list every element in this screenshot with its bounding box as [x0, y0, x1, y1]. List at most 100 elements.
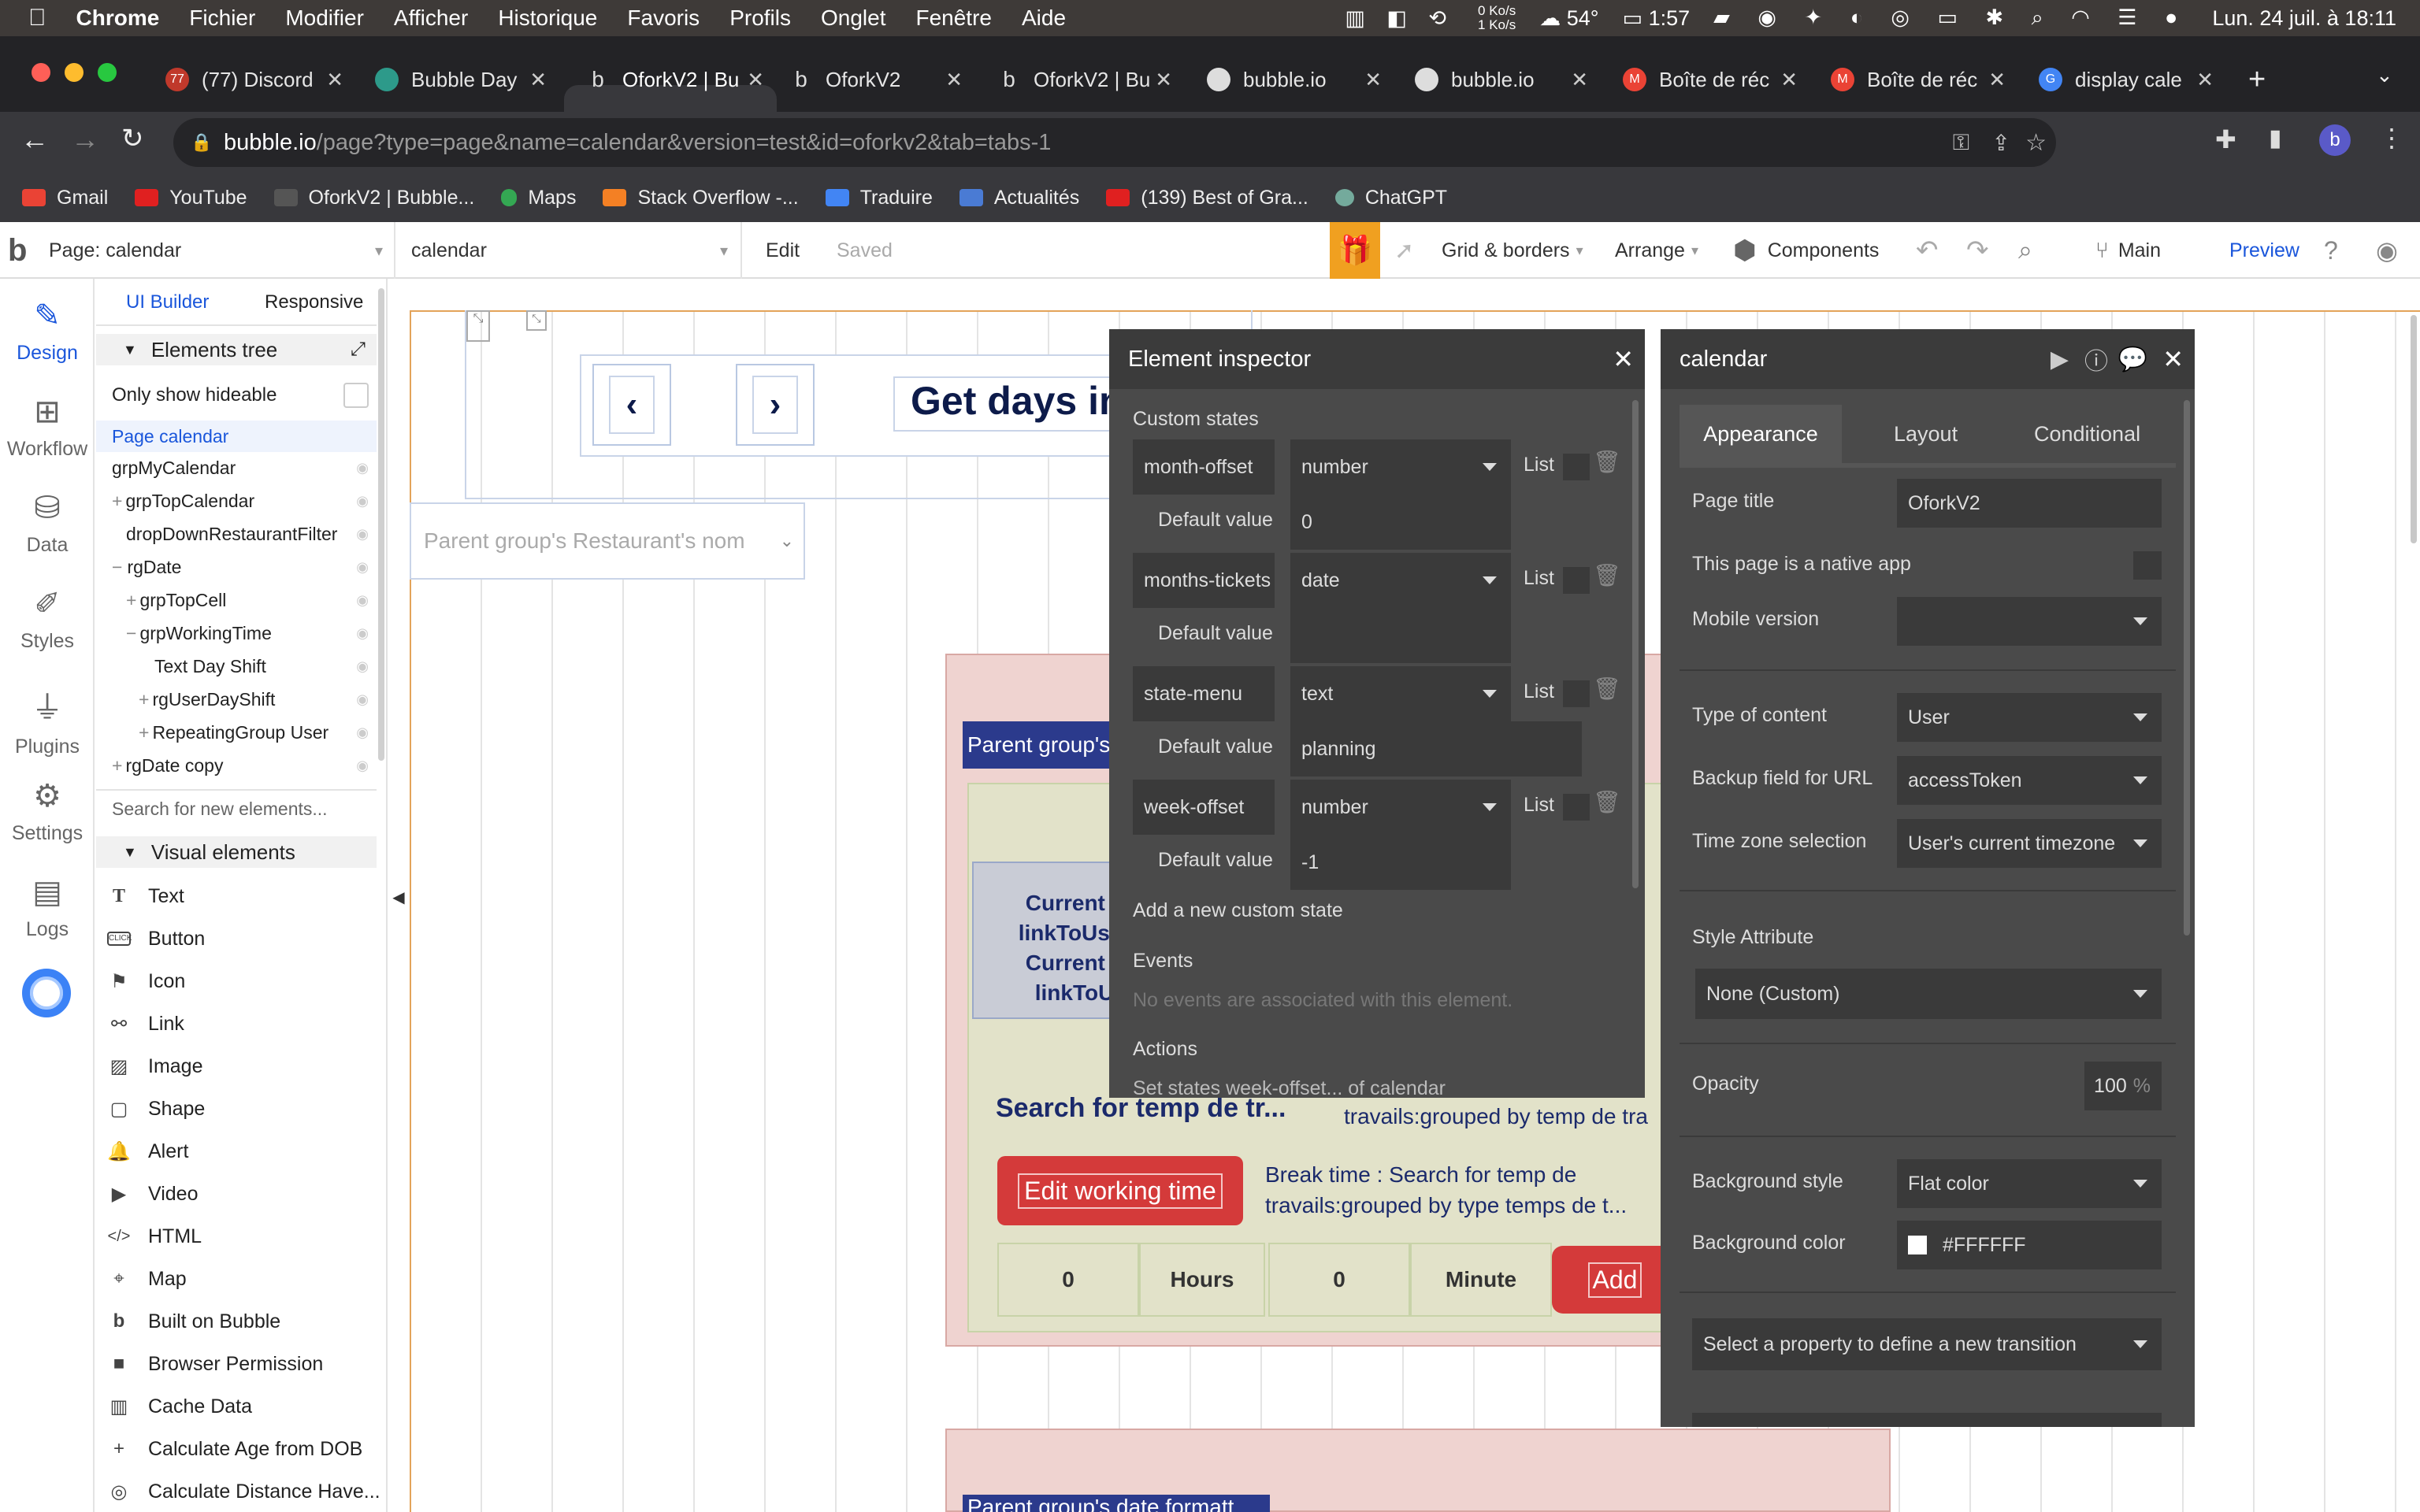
ve-video[interactable]: ▶ Video [107, 1178, 199, 1210]
tree-item[interactable]: + rgUserDayShift ◉ [96, 684, 377, 715]
ve-alert[interactable]: 🔔 Alert [107, 1136, 188, 1167]
add-custom-state-link[interactable]: Add a new custom state [1133, 899, 1343, 922]
tree-item[interactable]: + grpTopCell ◉ [96, 584, 377, 616]
status-icons[interactable]: ▥ ◧ ⟲ [1345, 6, 1454, 31]
share-icon[interactable]: ⇪ [1992, 130, 2010, 156]
tree-item[interactable]: grpMyCalendar ◉ [96, 452, 377, 484]
tree-item[interactable]: dropDownRestaurantFilter ◉ [96, 518, 377, 550]
tab-search-icon[interactable]: ⌄ [2376, 63, 2393, 87]
sidepanel-icon[interactable]: ▮ [2269, 124, 2282, 152]
prev-month-button[interactable]: ‹ [592, 364, 671, 446]
menu-historique[interactable]: Historique [498, 6, 597, 31]
tree-item[interactable]: Text Day Shift ◉ [96, 650, 377, 682]
menu-modifier[interactable]: Modifier [285, 6, 364, 31]
url-field[interactable]: 🔒 bubble.io/page?type=page&name=calendar… [173, 118, 2056, 167]
restaurant-filter-dropdown[interactable]: Parent group's Restaurant's nom ⌄ [410, 502, 805, 580]
reload-icon[interactable]: ↻ [121, 123, 144, 154]
ve-browser-permission[interactable]: ■ Browser Permission [107, 1348, 324, 1380]
tab-ui-builder[interactable]: UI Builder [126, 291, 209, 313]
forward-icon[interactable]: → [71, 123, 99, 156]
list-checkbox[interactable] [1563, 567, 1590, 594]
preview-button[interactable]: Preview [2229, 222, 2299, 279]
back-icon[interactable]: ← [20, 123, 49, 156]
page-selector[interactable]: Page: calendar ▾ [49, 222, 395, 279]
close-icon[interactable]: ✕ [1571, 68, 1588, 92]
menu-aide[interactable]: Aide [1022, 6, 1066, 31]
eye-icon[interactable]: ◉ [356, 658, 369, 675]
tab-responsive[interactable]: Responsive [265, 291, 363, 313]
cursor-icon[interactable]: ➚ [1394, 222, 1414, 279]
close-icon[interactable]: ✕ [747, 68, 764, 92]
grid-borders-menu[interactable]: Grid & borders ▾ [1442, 222, 1583, 279]
close-icon[interactable]: ✕ [945, 68, 963, 92]
expand-plus-icon[interactable]: + [112, 491, 122, 512]
tab-bubble-io[interactable]: bubble.io ✕ [1207, 60, 1382, 99]
trash-icon[interactable]: 🗑 [1593, 562, 1621, 588]
state-name-field[interactable]: month-offset [1133, 439, 1275, 495]
ve-text[interactable]: T Text [107, 880, 184, 912]
ve-image[interactable]: ▨ Image [107, 1051, 203, 1082]
tab-oforkv2[interactable]: b OforkV2 ✕ [789, 60, 963, 99]
tab-discord[interactable]: 77 (77) Discord ✕ [165, 60, 343, 99]
list-checkbox[interactable] [1563, 454, 1590, 480]
tree-scrollbar[interactable] [378, 288, 384, 761]
page-title-input[interactable]: OforkV2 [1897, 479, 2162, 528]
close-icon[interactable]: ✕ [1364, 68, 1382, 92]
eye-icon[interactable]: ◉ [356, 526, 369, 543]
ve-calculate-distance[interactable]: ◎ Calculate Distance Have... [107, 1476, 380, 1507]
chrome-menu-icon[interactable]: ⋮ [2379, 123, 2404, 153]
collapse-minus-icon[interactable]: − [126, 623, 136, 644]
default-value-input[interactable]: planning [1290, 721, 1582, 776]
nav-logs[interactable]: ▤ Logs [0, 874, 95, 941]
type-content-select[interactable]: User [1897, 693, 2162, 742]
resize-handle-icon[interactable]: ⤡ [466, 310, 490, 342]
edit-menu[interactable]: Edit [766, 222, 800, 279]
page-scrollbar[interactable] [2411, 315, 2417, 543]
property-scrollbar[interactable] [2184, 400, 2190, 936]
menu-onglet[interactable]: Onglet [821, 6, 886, 31]
tree-item[interactable]: + RepeatingGroup User ◉ [96, 717, 377, 748]
collapse-panel-handle[interactable]: ◀ [389, 882, 408, 914]
element-search-input[interactable]: Search for new elements... [112, 799, 328, 820]
window-close-dot[interactable] [32, 63, 50, 82]
tab-conditional[interactable]: Conditional [2034, 422, 2140, 447]
background-style-select[interactable]: Flat color [1897, 1159, 2162, 1208]
nav-design[interactable]: ✎ Design [0, 298, 95, 365]
close-icon[interactable]: ✕ [1988, 68, 2006, 92]
backup-field-select[interactable]: accessToken [1897, 756, 2162, 805]
bookmark-oforkv2[interactable]: OforkV2 | Bubble... [273, 187, 474, 209]
assistant-ring-icon[interactable] [22, 969, 71, 1017]
hours-value[interactable]: 0 [997, 1243, 1139, 1317]
only-hideable-checkbox[interactable] [343, 383, 369, 408]
ve-calculate-age[interactable]: + Calculate Age from DOB [107, 1433, 362, 1465]
tree-item[interactable]: + rgDate copy ◉ [96, 750, 377, 781]
tab-bubble-io-2[interactable]: bubble.io ✕ [1415, 60, 1588, 99]
tab-bubble-day[interactable]: Bubble Day ✕ [375, 60, 547, 99]
ve-link[interactable]: ⚯ Link [107, 1008, 184, 1040]
menu-fenetre[interactable]: Fenêtre [915, 6, 992, 31]
tab-oforkv2-active[interactable]: b OforkV2 | Bu ✕ [586, 60, 764, 99]
trash-icon[interactable]: 🗑 [1593, 789, 1621, 815]
comment-icon[interactable]: 💬 [2118, 346, 2147, 373]
close-icon[interactable]: ✕ [1155, 68, 1172, 92]
bookmark-youtube[interactable]: YouTube [135, 187, 247, 209]
visual-elements-header[interactable]: ▼ Visual elements [96, 836, 377, 868]
search-icon[interactable]: ⌕ [2018, 222, 2032, 279]
key-icon[interactable]: ⚿ [1953, 130, 1969, 156]
info-icon[interactable]: ⓘ [2084, 342, 2108, 376]
nav-styles[interactable]: ✐ Styles [0, 586, 95, 653]
elements-tree-header[interactable]: ▼ Elements tree ⤢ [96, 334, 377, 365]
trash-icon[interactable]: 🗑 [1593, 449, 1621, 475]
state-name-field[interactable]: state-menu [1133, 666, 1275, 721]
state-type-select[interactable]: number [1290, 439, 1511, 495]
default-value-input[interactable] [1290, 608, 1511, 663]
eye-icon[interactable]: ◉ [356, 493, 369, 510]
eye-icon[interactable]: ◉ [356, 592, 369, 609]
bookmark-stackoverflow[interactable]: Stack Overflow -... [603, 187, 799, 209]
tree-item[interactable]: − rgDate ◉ [96, 551, 377, 583]
nav-workflow[interactable]: ⊞ Workflow [0, 394, 95, 461]
bookmark-chatgpt[interactable]: ChatGPT [1334, 187, 1447, 209]
close-icon[interactable]: ✕ [326, 68, 343, 92]
list-checkbox[interactable] [1563, 680, 1590, 707]
trash-icon[interactable]: 🗑 [1593, 676, 1621, 702]
